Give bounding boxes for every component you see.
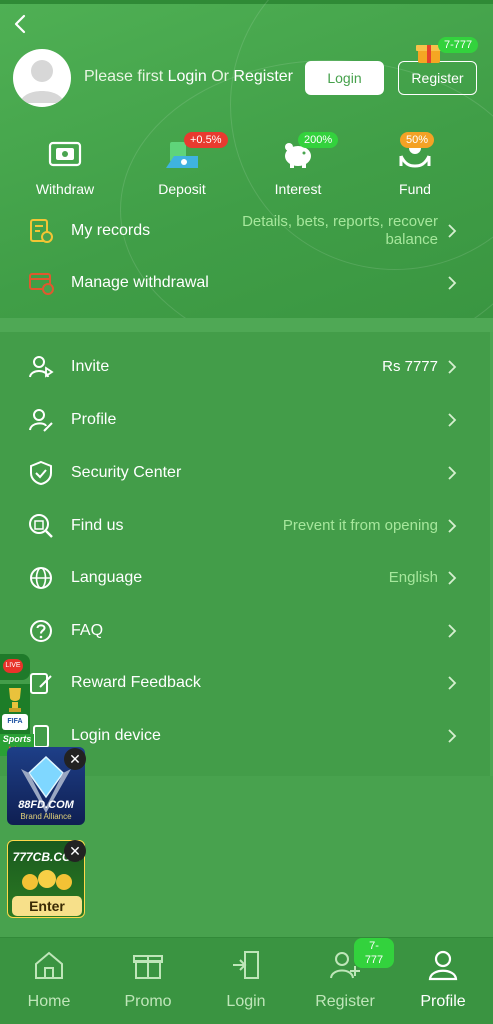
row-label: Login device bbox=[71, 727, 161, 744]
row-label: FAQ bbox=[71, 622, 104, 639]
menu-item-reward-feedback[interactable]: Reward Feedback bbox=[0, 662, 493, 704]
trophy-icon bbox=[9, 688, 21, 712]
nav-register[interactable]: 7-777 Register bbox=[296, 938, 394, 1011]
close-icon[interactable]: ✕ bbox=[64, 840, 86, 862]
row-label: Invite bbox=[71, 358, 110, 375]
quick-action-withdraw[interactable]: Withdraw bbox=[15, 138, 115, 197]
chevron-right-icon bbox=[448, 519, 457, 533]
fifa-trophy: FIFA bbox=[0, 684, 30, 734]
menu-item-language[interactable]: Language English bbox=[0, 557, 493, 599]
menu-item-invite[interactable]: Invite Rs 7777 bbox=[0, 346, 493, 388]
enter-button[interactable]: Enter bbox=[12, 896, 82, 916]
chevron-right-icon bbox=[448, 276, 457, 290]
bottom-navigation: Home Promo Login 7-777 Register Profile bbox=[0, 937, 493, 1024]
search-building-icon bbox=[29, 514, 53, 538]
nav-label: Home bbox=[27, 993, 71, 1010]
quick-action-label: Fund bbox=[399, 181, 431, 197]
interest-bonus-badge: 200% bbox=[298, 132, 339, 148]
register-button[interactable]: Register bbox=[398, 61, 477, 95]
question-circle-icon bbox=[30, 620, 52, 642]
fund-bonus-badge: 50% bbox=[400, 132, 435, 148]
wallet-icon bbox=[48, 141, 82, 167]
find-us-hint: Prevent it from opening bbox=[282, 517, 438, 534]
tile-brand-text: 88FD.COM bbox=[18, 799, 74, 811]
chevron-right-icon bbox=[448, 224, 457, 238]
invite-user-icon bbox=[29, 356, 54, 378]
row-label: Reward Feedback bbox=[71, 674, 201, 691]
login-prompt: Please first Login Or Register bbox=[84, 68, 293, 86]
row-label: Profile bbox=[71, 411, 117, 428]
row-label: Find us bbox=[71, 517, 124, 534]
menu-item-profile[interactable]: Profile bbox=[0, 399, 493, 441]
chevron-right-icon bbox=[448, 571, 457, 585]
nav-promo[interactable]: Promo bbox=[99, 948, 197, 1011]
prompt-login-link[interactable]: Login bbox=[168, 68, 207, 85]
quick-action-label: Interest bbox=[274, 181, 322, 197]
close-icon[interactable]: ✕ bbox=[64, 748, 86, 770]
chevron-right-icon bbox=[448, 466, 457, 480]
sports-label-text: Sports bbox=[2, 734, 32, 744]
quick-action-interest[interactable]: 200% Interest bbox=[248, 132, 348, 197]
nav-label: Login bbox=[226, 993, 266, 1010]
tile-sub-text: Brand Alliance bbox=[20, 812, 72, 821]
chevron-right-icon bbox=[448, 729, 457, 743]
menu-item-find-us[interactable]: Find us Prevent it from opening bbox=[0, 505, 493, 547]
prompt-register-link[interactable]: Register bbox=[233, 68, 293, 85]
row-label: Security Center bbox=[71, 464, 182, 481]
records-hint-line: balance bbox=[385, 231, 438, 248]
live-label: LIVE bbox=[3, 659, 23, 673]
profile-header: Please first Login Or Register Login Reg… bbox=[0, 0, 493, 318]
row-label: Manage withdrawal bbox=[71, 274, 209, 291]
gold-coins-icon bbox=[22, 870, 72, 890]
chevron-right-icon bbox=[448, 413, 457, 427]
records-icon bbox=[30, 219, 53, 243]
my-records-row[interactable]: My records Details, bets, reports, recov… bbox=[0, 210, 493, 252]
manage-withdrawal-row[interactable]: Manage withdrawal bbox=[0, 262, 493, 304]
quick-action-deposit[interactable]: +0.5% Deposit bbox=[132, 132, 232, 197]
invite-reward-value: Rs 7777 bbox=[382, 358, 438, 375]
home-icon bbox=[35, 951, 63, 979]
row-label: My records bbox=[71, 222, 151, 239]
withdrawal-card-icon bbox=[29, 273, 54, 295]
chevron-right-icon bbox=[448, 676, 457, 690]
user-silhouette-icon bbox=[20, 60, 64, 103]
login-button[interactable]: Login bbox=[305, 61, 384, 95]
shield-check-icon bbox=[30, 460, 52, 486]
records-hint: Details, bets, reports, recover balance bbox=[242, 213, 438, 249]
quick-action-fund[interactable]: 50% Fund bbox=[365, 132, 465, 197]
row-label: Language bbox=[71, 569, 143, 586]
nav-label: Promo bbox=[124, 993, 172, 1010]
profile-person-icon bbox=[428, 950, 458, 981]
nav-home[interactable]: Home bbox=[0, 948, 98, 1011]
login-door-icon bbox=[233, 951, 259, 979]
gift-box-icon bbox=[133, 955, 163, 979]
prompt-text: Or bbox=[206, 68, 234, 85]
live-indicator: LIVE bbox=[0, 654, 30, 680]
register-nav-badge: 7-777 bbox=[354, 938, 394, 968]
nav-label: Register bbox=[315, 993, 375, 1010]
avatar[interactable] bbox=[13, 49, 71, 107]
chevron-right-icon bbox=[448, 360, 457, 374]
nav-profile[interactable]: Profile bbox=[394, 948, 492, 1011]
chevron-right-icon bbox=[448, 624, 457, 638]
quick-action-label: Deposit bbox=[158, 181, 206, 197]
menu-item-security-center[interactable]: Security Center bbox=[0, 452, 493, 494]
section-divider bbox=[0, 318, 493, 332]
sports-live-widget[interactable]: LIVE FIFA Sports Live bbox=[0, 654, 34, 756]
deposit-bonus-badge: +0.5% bbox=[184, 132, 228, 148]
globe-icon bbox=[30, 567, 52, 589]
nav-label: Profile bbox=[420, 993, 466, 1010]
language-value: English bbox=[388, 569, 438, 586]
profile-edit-icon bbox=[29, 409, 53, 432]
prompt-text: Please first bbox=[84, 68, 168, 85]
fifa-label: FIFA bbox=[2, 714, 28, 730]
back-arrow-icon[interactable] bbox=[10, 12, 30, 36]
nav-login[interactable]: Login bbox=[197, 948, 295, 1011]
records-hint-line: Details, bets, reports, recover bbox=[242, 213, 438, 230]
quick-action-label: Withdraw bbox=[35, 181, 95, 197]
register-bonus-badge: 7-777 bbox=[438, 37, 479, 53]
menu-item-faq[interactable]: FAQ bbox=[0, 610, 493, 652]
